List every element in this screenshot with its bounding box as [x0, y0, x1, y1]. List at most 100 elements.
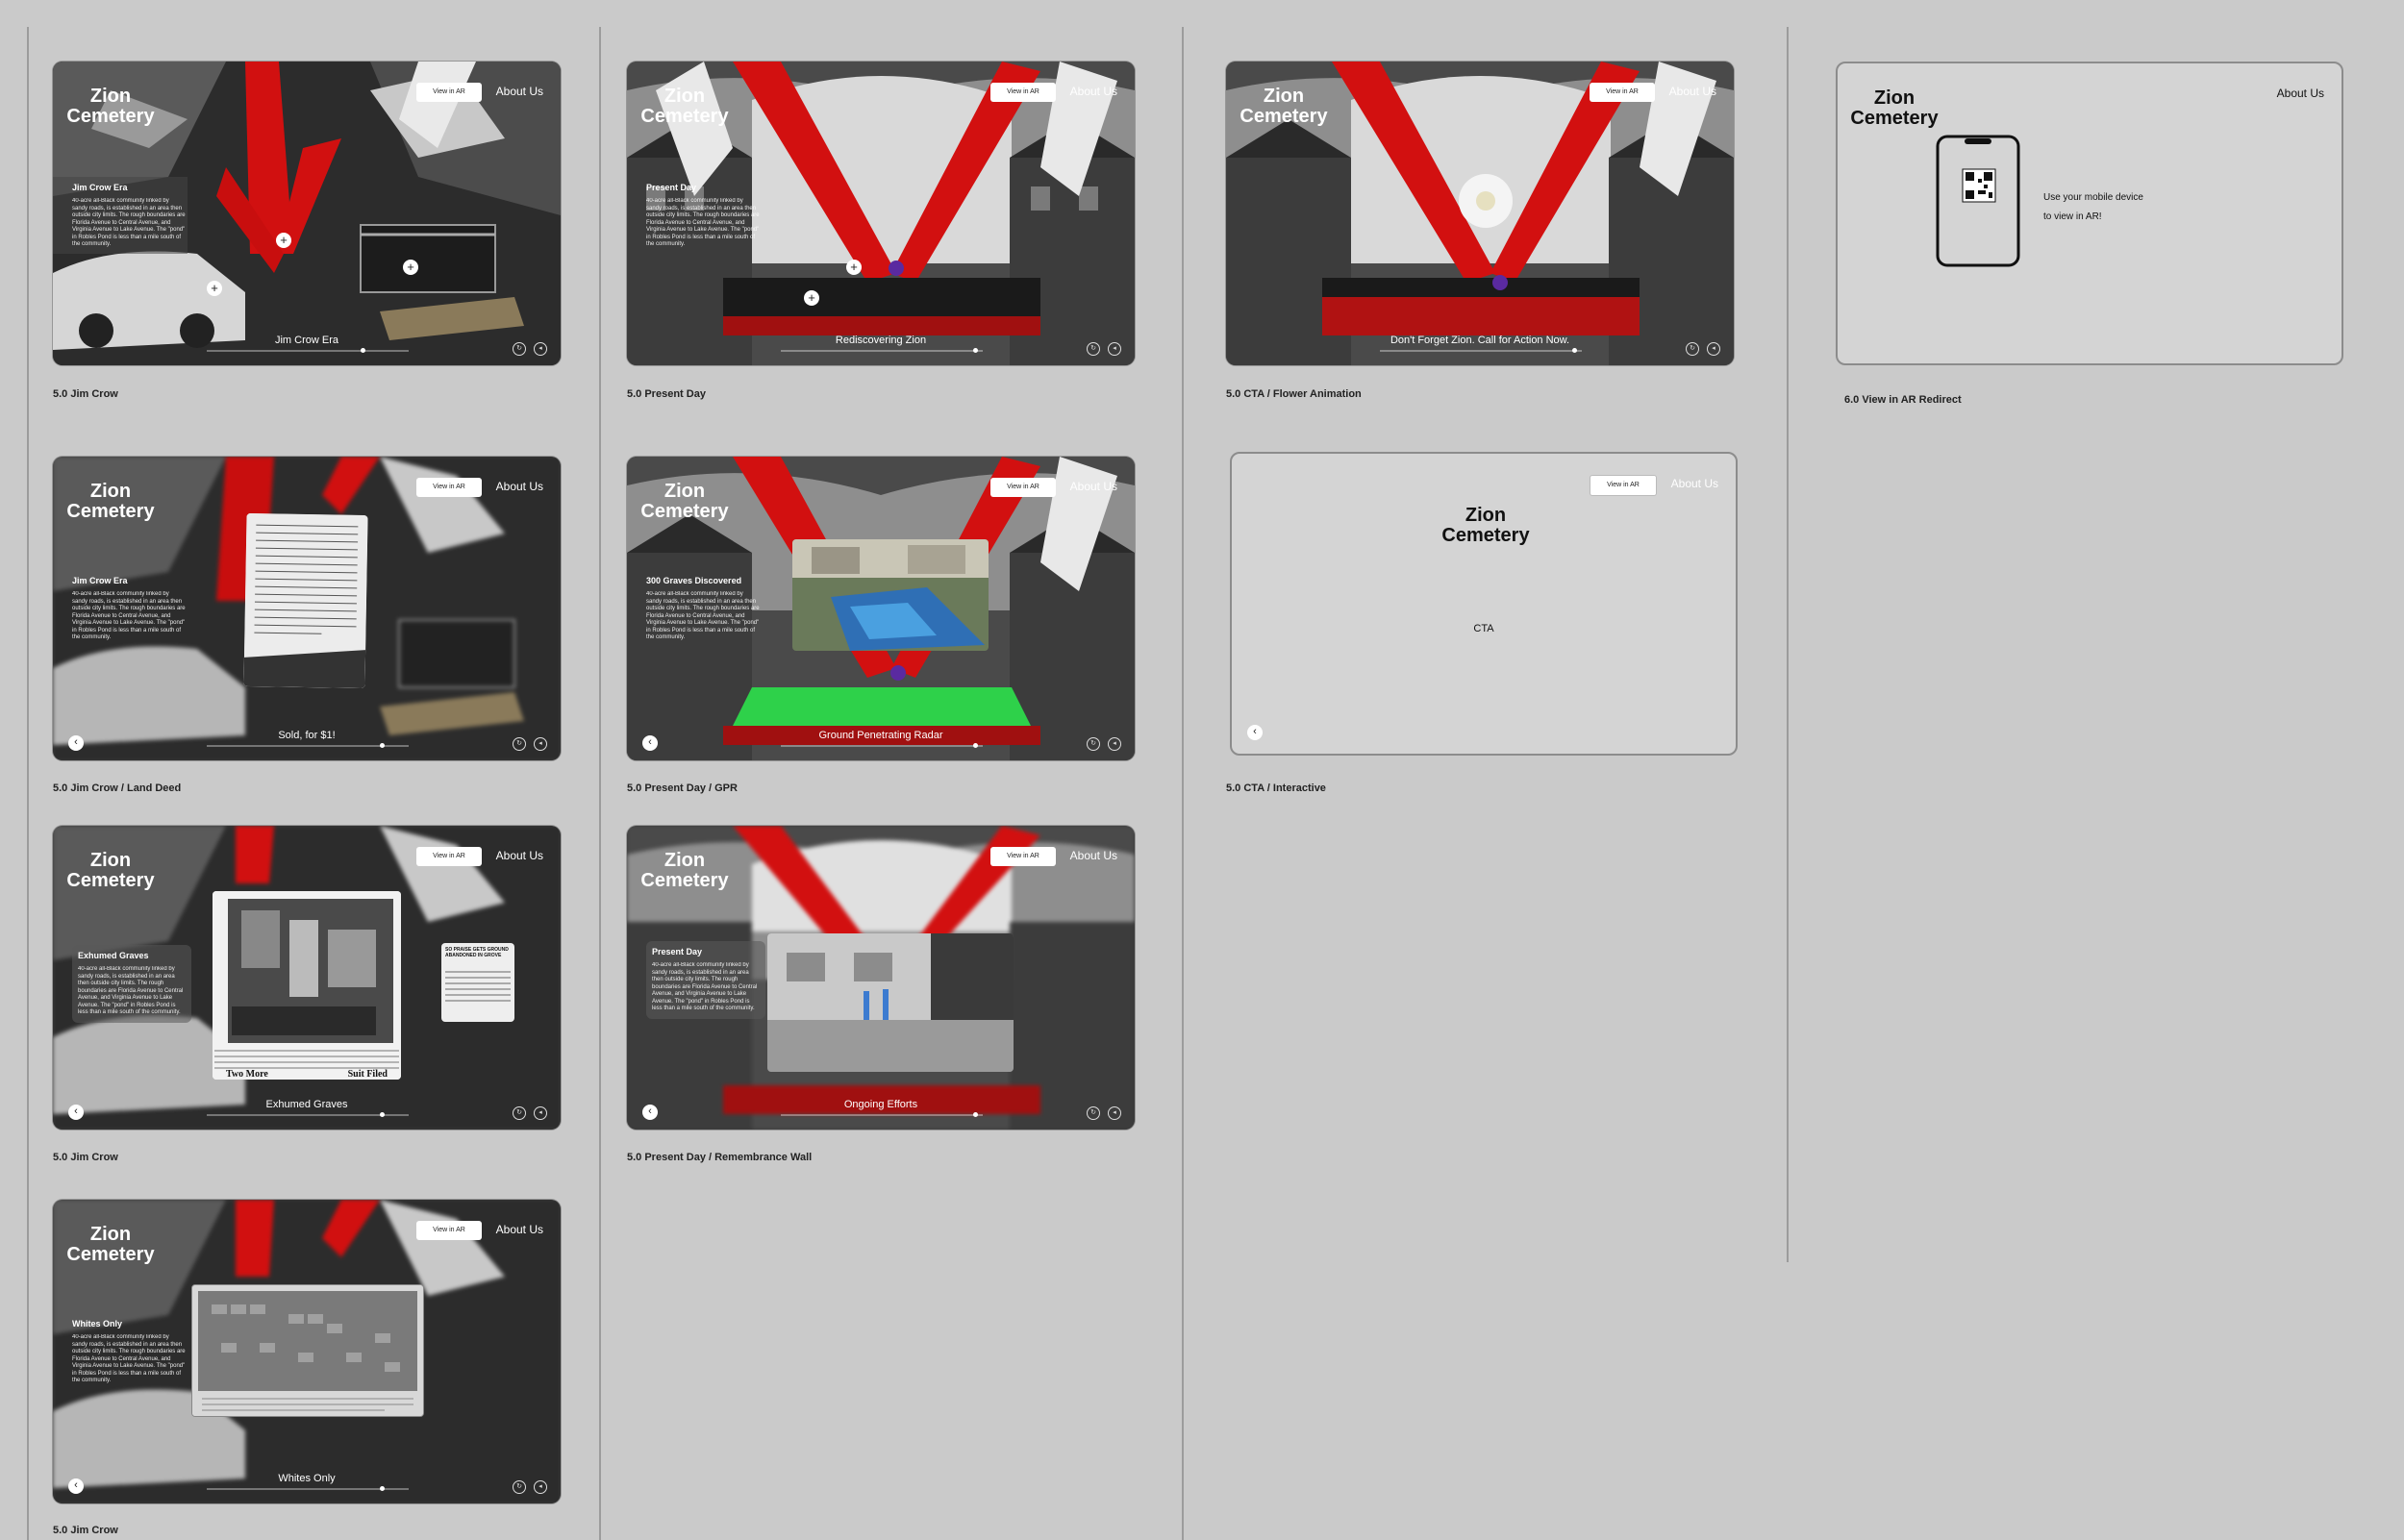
logo[interactable]: Zion Cemetery	[627, 851, 742, 891]
sound-icon[interactable]: ◂	[1108, 1106, 1121, 1120]
cta-placeholder: CTA	[1473, 623, 1494, 634]
sound-icon[interactable]: ◂	[534, 1480, 547, 1494]
timeline-handle[interactable]	[973, 1112, 978, 1117]
replay-icon[interactable]: ↻	[513, 737, 526, 751]
panel-text: 40-acre all-Black community linked by sa…	[78, 966, 184, 1015]
replay-icon[interactable]: ↻	[513, 342, 526, 356]
frame-exhumed[interactable]: Two More Suit Filed SO PRAISE GETS GROUN…	[53, 826, 561, 1130]
logo[interactable]: Zion Cemetery	[53, 1225, 168, 1265]
logo[interactable]: Zion Cemetery	[1409, 506, 1563, 546]
view-in-ar-button[interactable]: View in AR	[416, 1221, 482, 1240]
hotspot-plus-icon[interactable]: +	[846, 260, 862, 275]
sound-icon[interactable]: ◂	[1108, 737, 1121, 751]
view-in-ar-button[interactable]: View in AR	[416, 478, 482, 497]
replay-icon[interactable]: ↻	[513, 1106, 526, 1120]
frame-label: 5.0 Jim Crow	[53, 1152, 118, 1163]
panel-text: 40-acre all-Black community linked by sa…	[652, 962, 758, 1011]
about-us-link[interactable]: About Us	[1671, 477, 1718, 490]
frame-whites-only[interactable]: Zion Cemetery View in AR About Us Whites…	[53, 1200, 561, 1503]
phone-qr-icon	[1936, 135, 2020, 267]
logo[interactable]: Zion Cemetery	[1226, 87, 1341, 127]
newspaper-headline-right: Suit Filed	[347, 1069, 388, 1080]
frame-remembrance[interactable]: Zion Cemetery View in AR About Us Presen…	[627, 826, 1135, 1130]
replay-icon[interactable]: ↻	[1087, 1106, 1100, 1120]
scene-caption: Whites Only	[278, 1473, 336, 1484]
scene-caption: Don't Forget Zion. Call for Action Now.	[1390, 335, 1570, 346]
panel-title: Whites Only	[72, 1319, 123, 1329]
view-in-ar-button[interactable]: View in AR	[990, 83, 1056, 102]
timeline-handle[interactable]	[380, 1112, 385, 1117]
panel-text: 40-acre all-Black community linked by sa…	[72, 1334, 186, 1383]
scene-caption: Sold, for $1!	[278, 730, 336, 741]
timeline-scrubber[interactable]	[207, 1112, 409, 1117]
hotspot-plus-icon[interactable]: +	[276, 233, 291, 248]
frame-jim-crow[interactable]: Zion Cemetery View in AR About Us Jim Cr…	[53, 62, 561, 365]
replay-icon[interactable]: ↻	[1686, 342, 1699, 356]
info-panel: Exhumed Graves 40-acre all-Black communi…	[72, 945, 191, 1023]
about-us-link[interactable]: About Us	[1070, 85, 1117, 98]
back-arrow-button[interactable]: ‹	[1247, 725, 1263, 740]
timeline-scrubber[interactable]	[207, 743, 409, 748]
frame-ar-redirect[interactable]: Zion Cemetery About Us Use your mobile d…	[1836, 62, 2343, 365]
info-panel: Jim Crow Era 40-acre all-Black community…	[72, 183, 186, 249]
logo[interactable]: Zion Cemetery	[53, 87, 168, 127]
timeline-scrubber[interactable]	[781, 743, 983, 748]
timeline-handle[interactable]	[361, 348, 365, 353]
view-in-ar-button[interactable]: View in AR	[990, 478, 1056, 497]
timeline-scrubber[interactable]	[1380, 348, 1582, 353]
exhumed-graves-photo: Two More Suit Filed	[213, 891, 401, 1080]
scene-caption: Ongoing Efforts	[843, 1099, 918, 1110]
logo[interactable]: Zion Cemetery	[53, 851, 168, 891]
frame-gpr[interactable]: Zion Cemetery View in AR About Us 300 Gr…	[627, 457, 1135, 760]
timeline-scrubber[interactable]	[207, 1486, 409, 1491]
timeline-handle[interactable]	[1572, 348, 1577, 353]
view-in-ar-button[interactable]: View in AR	[990, 847, 1056, 866]
logo[interactable]: Zion Cemetery	[53, 482, 168, 522]
sound-icon[interactable]: ◂	[534, 1106, 547, 1120]
ar-message: Use your mobile device to view in AR!	[2043, 188, 2143, 227]
about-us-link[interactable]: About Us	[1669, 85, 1716, 98]
timeline-handle[interactable]	[973, 743, 978, 748]
hotspot-plus-icon[interactable]: +	[403, 260, 418, 275]
timeline-scrubber[interactable]	[207, 348, 409, 353]
hotspot-plus-icon[interactable]: +	[804, 290, 819, 306]
about-us-link[interactable]: About Us	[2277, 87, 2324, 100]
logo[interactable]: Zion Cemetery	[1838, 88, 1951, 129]
sound-icon[interactable]: ◂	[534, 342, 547, 356]
frame-land-deed[interactable]: Zion Cemetery View in AR About Us Jim Cr…	[53, 457, 561, 760]
frame-cta-interactive[interactable]: Zion Cemetery View in AR About Us CTA ‹	[1230, 452, 1738, 756]
replay-icon[interactable]: ↻	[513, 1480, 526, 1494]
about-us-link[interactable]: About Us	[1070, 480, 1117, 493]
about-us-link[interactable]: About Us	[496, 85, 543, 98]
about-us-link[interactable]: About Us	[496, 480, 543, 493]
newspaper-clipping: SO PRAISE GETS GROUND ABANDONED IN GROVE	[441, 943, 514, 1022]
frame-label: 5.0 Present Day / Remembrance Wall	[627, 1152, 813, 1163]
view-in-ar-button[interactable]: View in AR	[416, 847, 482, 866]
sound-icon[interactable]: ◂	[534, 737, 547, 751]
view-in-ar-button[interactable]: View in AR	[1590, 83, 1655, 102]
sound-icon[interactable]: ◂	[1707, 342, 1720, 356]
scene-caption: Exhumed Graves	[265, 1099, 348, 1110]
timeline-scrubber[interactable]	[781, 348, 983, 353]
timeline-handle[interactable]	[380, 743, 385, 748]
timeline-handle[interactable]	[380, 1486, 385, 1491]
logo[interactable]: Zion Cemetery	[627, 87, 742, 127]
timeline-handle[interactable]	[973, 348, 978, 353]
info-panel: Jim Crow Era 40-acre all-Black community…	[72, 576, 186, 642]
sound-icon[interactable]: ◂	[1108, 342, 1121, 356]
replay-icon[interactable]: ↻	[1087, 342, 1100, 356]
about-us-link[interactable]: About Us	[1070, 849, 1117, 862]
panel-title: Present Day	[646, 183, 697, 192]
about-us-link[interactable]: About Us	[496, 849, 543, 862]
replay-icon[interactable]: ↻	[1087, 737, 1100, 751]
frame-present-day[interactable]: Zion Cemetery View in AR About Us Presen…	[627, 62, 1135, 365]
view-in-ar-button[interactable]: View in AR	[1590, 475, 1657, 496]
hotspot-plus-icon[interactable]: +	[207, 281, 222, 296]
column-divider	[599, 27, 601, 1540]
view-in-ar-button[interactable]: View in AR	[416, 83, 482, 102]
about-us-link[interactable]: About Us	[496, 1223, 543, 1236]
timeline-scrubber[interactable]	[781, 1112, 983, 1117]
frame-cta-flower[interactable]: Zion Cemetery View in AR About Us Don't …	[1226, 62, 1734, 365]
info-panel: Whites Only 40-acre all-Black community …	[72, 1319, 186, 1385]
logo[interactable]: Zion Cemetery	[627, 482, 742, 522]
